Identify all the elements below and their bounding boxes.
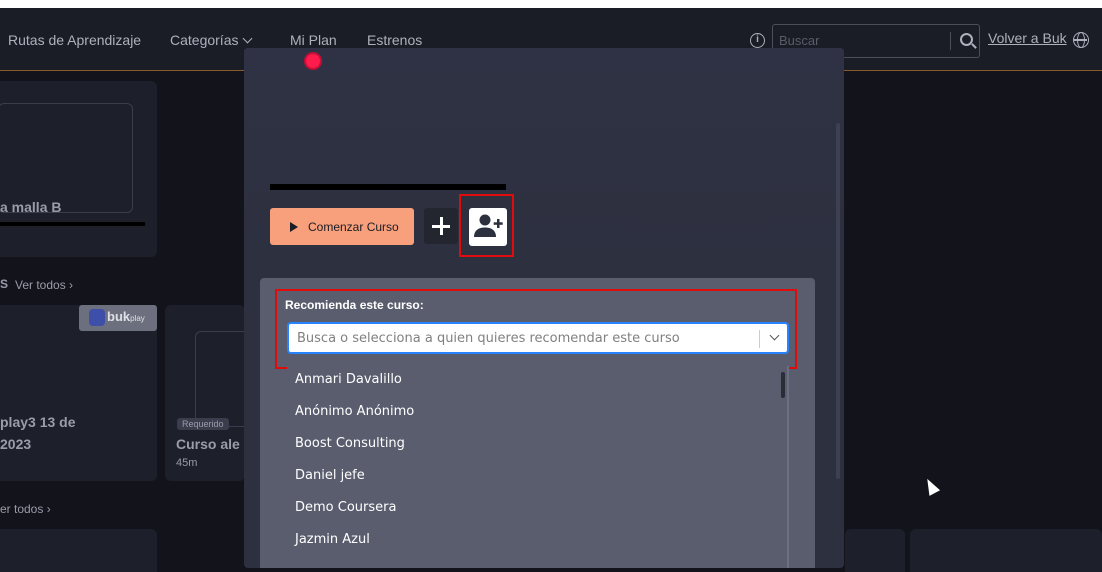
- bukplay-logo-icon: [89, 309, 105, 326]
- plus-icon: [432, 217, 450, 235]
- nav-estrenos-link[interactable]: Estrenos: [367, 32, 422, 48]
- card3-thumbnail: [195, 331, 245, 427]
- start-course-button[interactable]: Comenzar Curso: [270, 208, 414, 245]
- info-icon[interactable]: i: [750, 33, 765, 48]
- recommend-option[interactable]: Anmari Davalillo: [295, 372, 402, 387]
- card3-title: Curso ale: [176, 436, 240, 452]
- course-card-1[interactable]: [0, 81, 157, 257]
- nav-categorias-label: Categorías: [170, 32, 239, 48]
- required-badge: Requerido: [177, 418, 229, 430]
- search-icon[interactable]: [960, 33, 973, 46]
- course-modal: Comenzar Curso Recomienda este curso: An…: [244, 48, 844, 568]
- globe-icon[interactable]: [1073, 32, 1089, 48]
- chevron-down-icon: [243, 33, 253, 44]
- chevron-down-icon[interactable]: [769, 330, 780, 341]
- recommend-option[interactable]: Jazmin Azul: [295, 532, 370, 547]
- card1-title: a malla B: [0, 199, 62, 215]
- bukplay-badge-small: play: [130, 314, 145, 323]
- recommend-option[interactable]: Daniel jefe: [295, 468, 365, 483]
- recommend-panel: Recomienda este curso: Anmari Davalillo …: [260, 278, 815, 568]
- course-card-6[interactable]: [910, 529, 1102, 572]
- recommend-title: Recomienda este curso:: [285, 298, 424, 312]
- play-icon: [290, 222, 298, 232]
- nav-categorias-link[interactable]: Categorías: [170, 32, 253, 48]
- ver-todos-link[interactable]: Ver todos ›: [15, 278, 73, 292]
- bukplay-badge-text: buk: [107, 309, 131, 324]
- nav-mi-plan-link[interactable]: Mi Plan: [290, 32, 337, 48]
- select-divider: [759, 330, 760, 348]
- search-input[interactable]: [779, 33, 949, 48]
- search-divider: [950, 32, 951, 50]
- options-scrollbar[interactable]: [781, 372, 785, 398]
- options-scroll-track: [787, 366, 789, 568]
- card2-title-line1: play3 13 de: [0, 414, 76, 430]
- recommend-option[interactable]: Anónimo Anónimo: [295, 404, 414, 419]
- recommend-options-list: Anmari Davalillo Anónimo Anónimo Boost C…: [287, 366, 789, 568]
- start-course-label: Comenzar Curso: [308, 219, 399, 234]
- card-thumbnail: [0, 103, 133, 213]
- card1-redaction-bar: [0, 222, 145, 226]
- bukplay-badge: bukplay: [79, 305, 157, 331]
- recommend-search-input[interactable]: [297, 331, 747, 346]
- recommend-select[interactable]: [287, 322, 789, 354]
- volver-a-buk-link[interactable]: Volver a Buk: [988, 30, 1067, 46]
- recommend-option[interactable]: Boost Consulting: [295, 436, 405, 451]
- section1-heading: S: [0, 277, 9, 291]
- user-plus-icon: [474, 214, 503, 237]
- add-to-list-button[interactable]: [424, 208, 458, 244]
- ver-todos-link-2[interactable]: er todos ›: [0, 502, 51, 516]
- nav-rutas-link[interactable]: Rutas de Aprendizaje: [8, 32, 141, 48]
- card2-title-line2: 2023: [0, 436, 32, 452]
- course-title-redaction-bar: [270, 184, 506, 190]
- course-card-2[interactable]: [0, 305, 157, 481]
- recommend-user-button[interactable]: [469, 208, 507, 246]
- course-card-5[interactable]: [845, 529, 905, 572]
- course-card-3[interactable]: [165, 305, 245, 481]
- modal-scrollbar[interactable]: [836, 123, 840, 479]
- card3-duration: 45m: [176, 457, 198, 469]
- record-indicator-dot: [304, 52, 322, 70]
- course-card-4[interactable]: [0, 529, 157, 572]
- recommend-option[interactable]: Demo Coursera: [295, 500, 396, 515]
